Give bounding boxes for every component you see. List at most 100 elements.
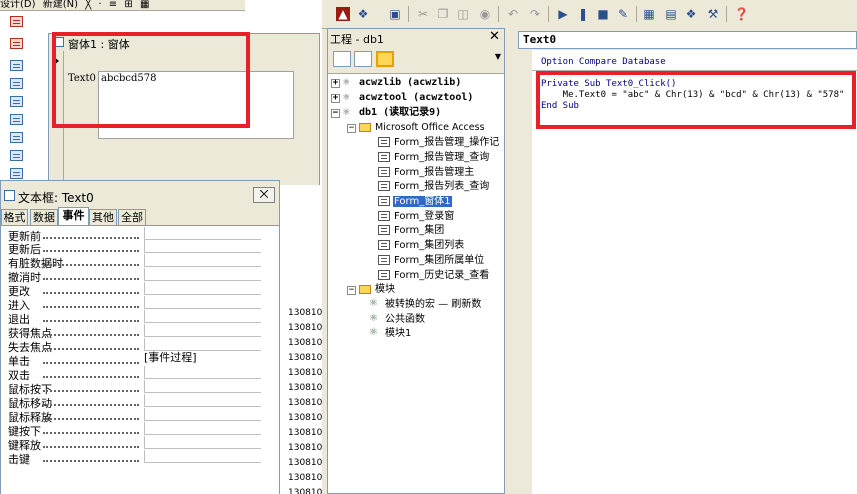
tab-event[interactable]: 事件: [58, 207, 89, 225]
tree-item-form-selected[interactable]: Form_窗体1: [378, 195, 452, 209]
expander-icon[interactable]: −: [347, 124, 356, 133]
tree-item-label: acwzlib (acwzlib): [359, 77, 462, 88]
property-value[interactable]: [144, 324, 261, 337]
redo-icon[interactable]: ↷: [528, 7, 542, 21]
delete-icon[interactable]: ╳: [85, 0, 91, 10]
cut-icon[interactable]: ✂: [416, 7, 430, 21]
object-browser-icon[interactable]: ❖: [684, 7, 698, 21]
toggle-folders-icon[interactable]: [376, 51, 394, 67]
tree-item-form[interactable]: Form_报告管理_操作记: [378, 136, 500, 150]
tab-other[interactable]: 其他: [89, 209, 117, 225]
property-value[interactable]: [144, 436, 261, 449]
form-object-icon[interactable]: [10, 96, 23, 107]
form-object-icon[interactable]: [10, 78, 23, 89]
module-icon: ⚛: [369, 327, 378, 338]
tree-item-form[interactable]: Form_报告管理主: [378, 166, 475, 180]
tree-item-module[interactable]: ⚛ 公共函数: [369, 313, 426, 327]
paste-icon[interactable]: ◫: [456, 7, 470, 21]
property-value[interactable]: [144, 422, 261, 435]
help-icon[interactable]: ❓: [734, 7, 749, 21]
tree-item-project[interactable]: + ⚛ acwzlib (acwzlib): [331, 76, 462, 90]
save-icon[interactable]: ▣: [388, 7, 402, 21]
form-object-icon[interactable]: [10, 60, 23, 71]
tree-item-form[interactable]: Form_报告管理_查询: [378, 151, 490, 165]
property-dots: [43, 286, 139, 294]
expander-icon[interactable]: +: [331, 94, 340, 103]
large-icons-icon[interactable]: ·: [98, 0, 101, 10]
undo-icon[interactable]: ↶: [506, 7, 520, 21]
tree-item-module[interactable]: ⚛ 被转换的宏 — 刷新数: [369, 298, 482, 312]
tree-item-form[interactable]: Form_集团列表: [378, 239, 465, 253]
project-explorer-titlebar[interactable]: 工程 - db1 ✕: [328, 29, 504, 48]
object-dropdown[interactable]: Text0: [518, 31, 857, 49]
property-value[interactable]: [144, 310, 261, 323]
property-value[interactable]: [144, 240, 261, 253]
new-button[interactable]: 新建(N): [43, 0, 78, 10]
tree-item-form[interactable]: Form_登录窗: [378, 210, 455, 224]
chevron-down-icon[interactable]: ▼: [494, 52, 502, 66]
form-object-icon[interactable]: [10, 132, 23, 143]
details-icon[interactable]: ▦: [140, 0, 149, 10]
close-icon[interactable]: ✕: [488, 30, 501, 44]
access-icon[interactable]: ▲: [336, 7, 350, 21]
vba-project-icon: ⚛: [343, 75, 350, 88]
property-dots: [43, 244, 139, 252]
design-mode-icon[interactable]: ✎: [616, 7, 630, 21]
view-object-icon[interactable]: [354, 51, 372, 67]
run-icon[interactable]: ▶: [556, 7, 570, 21]
tree-item-folder[interactable]: − 模块: [347, 283, 396, 297]
project-tree: + ⚛ acwzlib (acwzlib) + ⚛ acwztool (acwzto…: [328, 73, 506, 493]
design-button[interactable]: 设计(D): [0, 0, 36, 10]
datasheet-cell: 130810: [288, 323, 322, 333]
form-object-icon[interactable]: [10, 16, 23, 27]
property-value-click-event[interactable]: [事件过程]: [144, 352, 261, 365]
tree-item-form[interactable]: Form_集团: [378, 224, 445, 238]
expander-icon[interactable]: −: [331, 109, 340, 118]
form-object-icon[interactable]: [10, 150, 23, 161]
code-line-option: Option Compare Database: [541, 57, 666, 67]
form-object-icon[interactable]: [10, 38, 23, 49]
tree-item-form[interactable]: Form_报告列表_查询: [378, 180, 490, 194]
tree-item-project[interactable]: − ⚛ db1 (读取记录9): [331, 106, 442, 120]
property-value[interactable]: [144, 254, 261, 267]
project-explorer-icon[interactable]: ▦: [642, 7, 656, 21]
property-dots: [43, 370, 139, 378]
tab-all[interactable]: 全部: [118, 209, 146, 225]
property-value[interactable]: [144, 366, 261, 379]
form-module-icon: [378, 211, 390, 221]
expander-icon[interactable]: +: [331, 79, 340, 88]
property-value[interactable]: [144, 380, 261, 393]
tree-item-module[interactable]: ⚛ 模块1: [369, 327, 412, 341]
small-icons-icon[interactable]: ⊞: [124, 0, 132, 10]
property-value[interactable]: [144, 408, 261, 421]
toolbox-icon[interactable]: ⚒: [706, 7, 720, 21]
tree-item-folder[interactable]: − Microsoft Office Access: [347, 121, 486, 135]
property-value[interactable]: [144, 450, 261, 463]
form-object-icon[interactable]: [10, 168, 23, 179]
property-value[interactable]: [144, 227, 261, 240]
find-icon[interactable]: ◉: [478, 7, 492, 21]
break-icon[interactable]: ❚: [576, 7, 590, 21]
property-value[interactable]: [144, 268, 261, 281]
property-value[interactable]: [144, 394, 261, 407]
property-sheet-titlebar[interactable]: 文本框: Text0 ⨉: [1, 181, 279, 209]
reset-icon[interactable]: ■: [596, 7, 610, 21]
tree-item-form[interactable]: Form_集团所属单位: [378, 254, 485, 268]
property-value[interactable]: [144, 338, 261, 351]
property-value[interactable]: [144, 296, 261, 309]
property-sheet[interactable]: 文本框: Text0 ⨉ 格式 数据 事件 其他 全部 更新前 更新后 有脏数据…: [0, 180, 280, 494]
properties-icon[interactable]: ▤: [664, 7, 678, 21]
tab-data[interactable]: 数据: [30, 209, 58, 225]
code-margin-indicator-bar[interactable]: [505, 50, 533, 494]
tab-format[interactable]: 格式: [1, 209, 28, 225]
list-icon[interactable]: ≡: [109, 0, 117, 10]
close-button[interactable]: ⨉: [253, 187, 275, 203]
view-code-icon[interactable]: [333, 51, 351, 67]
copy-icon[interactable]: ❐: [436, 7, 450, 21]
expander-icon[interactable]: −: [347, 286, 356, 295]
property-value[interactable]: [144, 282, 261, 295]
tree-item-project[interactable]: + ⚛ acwztool (acwztool): [331, 91, 474, 105]
tree-item-form[interactable]: Form_历史记录_查看: [378, 269, 490, 283]
form-object-icon[interactable]: [10, 114, 23, 125]
insert-icon[interactable]: ❖: [356, 7, 370, 21]
